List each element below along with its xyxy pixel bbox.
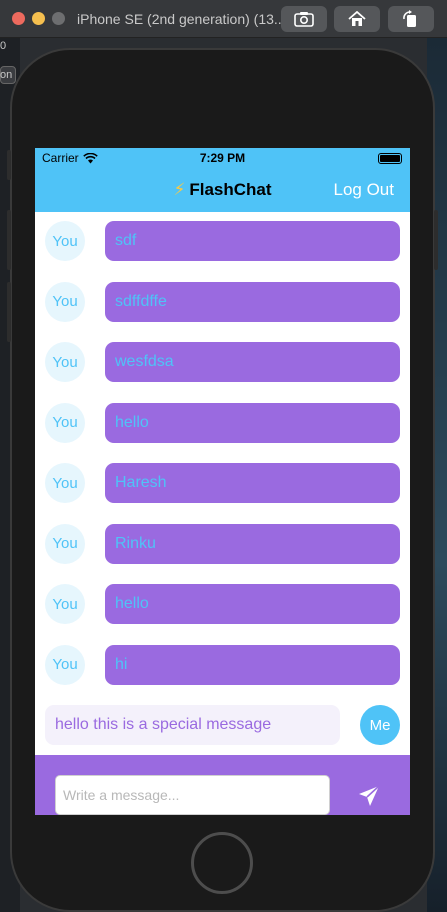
power-button	[434, 210, 438, 270]
message-bubble: Haresh	[105, 463, 400, 503]
sender-avatar: You	[45, 342, 85, 382]
message-row: You hello	[35, 575, 410, 635]
simulator-title-bar: iPhone SE (2nd generation) (13...	[0, 0, 447, 38]
message-bubble: sdf	[105, 221, 400, 261]
sender-avatar: You	[45, 523, 85, 564]
message-row: You sdf	[35, 212, 410, 272]
status-bar: Carrier 7:29 PM	[35, 148, 410, 168]
my-message-row: hello this is a special message Me	[35, 701, 410, 749]
home-toolbar-button[interactable]	[334, 6, 380, 32]
my-message-bubble: hello this is a special message	[45, 705, 340, 745]
rotate-button[interactable]	[388, 6, 434, 32]
message-row: You sdffdffe	[35, 273, 410, 333]
message-bubble: Rinku	[105, 523, 400, 564]
status-time: 7:29 PM	[199, 151, 246, 165]
rotate-icon	[403, 10, 416, 27]
volume-down-button	[7, 282, 11, 342]
volume-up-button	[7, 210, 11, 270]
message-input[interactable]	[55, 775, 330, 815]
minimize-window-button[interactable]	[32, 12, 45, 25]
camera-icon	[294, 12, 314, 27]
message-bubble: wesfdsa	[105, 342, 400, 382]
message-row: You Rinku	[35, 515, 410, 575]
message-row: You wesfdsa	[35, 333, 410, 393]
message-composer	[35, 755, 410, 815]
sender-avatar: You	[45, 463, 85, 503]
my-avatar: Me	[360, 705, 400, 745]
close-window-button[interactable]	[12, 12, 25, 25]
window-title: iPhone SE (2nd generation) (13...	[77, 11, 286, 27]
device-screen: Carrier 7:29 PM ⚡ FlashChat Log Out You s…	[35, 148, 410, 815]
sender-avatar: You	[45, 221, 85, 261]
lightning-icon: ⚡	[173, 180, 186, 199]
message-bubble: hi	[105, 644, 400, 685]
paperplane-icon	[359, 785, 380, 806]
home-icon	[348, 11, 366, 26]
mute-switch	[7, 150, 11, 180]
message-bubble: sdffdffe	[105, 281, 400, 322]
backdrop-label: 0	[0, 40, 7, 52]
message-row: You hi	[35, 636, 410, 696]
message-bubble: hello	[105, 402, 400, 443]
battery-icon	[378, 153, 402, 164]
backdrop-label: on	[0, 69, 13, 81]
battery-level	[380, 155, 400, 162]
message-row: You hello	[35, 394, 410, 454]
navigation-bar: ⚡ FlashChat Log Out	[35, 168, 410, 212]
app-title-text: FlashChat	[189, 180, 272, 199]
send-button[interactable]	[353, 781, 385, 811]
screenshot-button[interactable]	[281, 6, 327, 32]
sender-avatar: You	[45, 584, 85, 624]
log-out-button[interactable]: Log Out	[334, 180, 395, 200]
zoom-window-button[interactable]	[52, 12, 65, 25]
sender-avatar: You	[45, 644, 85, 685]
message-bubble: hello	[105, 584, 400, 624]
home-button[interactable]	[191, 832, 253, 894]
sender-avatar: You	[45, 402, 85, 443]
sender-avatar: You	[45, 281, 85, 322]
message-row: You Haresh	[35, 454, 410, 514]
